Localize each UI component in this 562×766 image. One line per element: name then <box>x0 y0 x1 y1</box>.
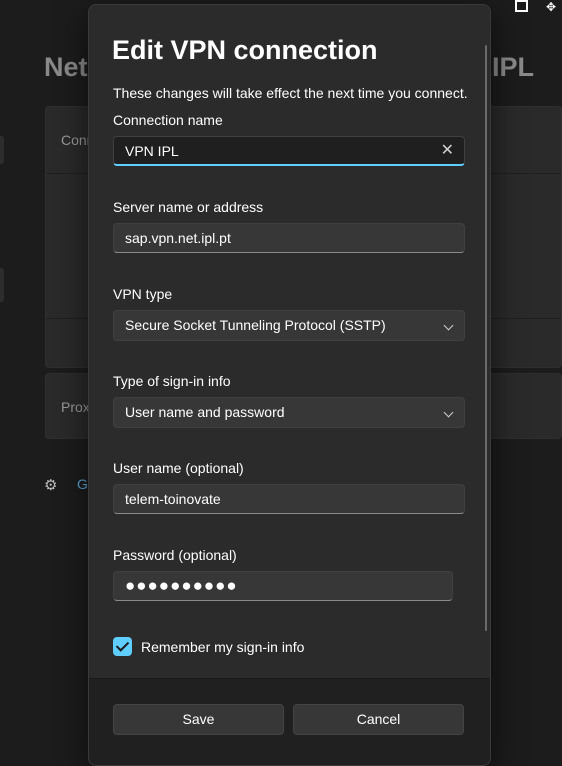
connection-name-input[interactable]: VPN IPL ✕ <box>113 136 465 166</box>
server-input[interactable]: sap.vpn.net.ipl.pt <box>113 223 465 253</box>
remember-label: Remember my sign-in info <box>141 638 305 655</box>
dialog-subtitle: These changes will take effect the next … <box>113 85 468 101</box>
signin-type-select[interactable]: User name and password <box>113 397 465 428</box>
save-button[interactable]: Save <box>113 704 284 735</box>
chevron-down-icon <box>443 320 454 331</box>
dialog-footer: Save Cancel <box>89 678 490 765</box>
background-title-left: Net <box>44 52 88 82</box>
cancel-button[interactable]: Cancel <box>293 704 464 735</box>
connection-name-value: VPN IPL <box>125 143 179 159</box>
background-sidebar-item <box>0 268 4 302</box>
username-input[interactable]: telem-toinovate <box>113 484 465 514</box>
vpn-type-label: VPN type <box>113 286 173 302</box>
help-icon: ⚙ <box>44 477 58 494</box>
password-value: ●●●●●●●●●● <box>125 576 238 595</box>
restore-icon[interactable] <box>514 0 528 14</box>
clear-icon[interactable]: ✕ <box>441 137 454 165</box>
dialog-scrollbar[interactable] <box>485 45 487 631</box>
dialog-title: Edit VPN connection <box>112 35 378 65</box>
password-input[interactable]: ●●●●●●●●●● <box>113 571 453 601</box>
edit-vpn-dialog: Edit VPN connection These changes will t… <box>88 4 491 766</box>
server-value: sap.vpn.net.ipl.pt <box>125 230 231 246</box>
signin-type-label: Type of sign-in info <box>113 373 231 389</box>
window-controls: ✥ <box>514 0 556 14</box>
connection-name-label: Connection name <box>113 112 223 128</box>
background-title-right: IPL <box>492 52 535 82</box>
signin-type-value: User name and password <box>125 404 285 420</box>
remember-checkbox[interactable] <box>113 637 132 656</box>
remember-signin-row[interactable]: Remember my sign-in info <box>113 637 304 656</box>
chevron-down-icon <box>443 407 454 418</box>
vpn-type-value: Secure Socket Tunneling Protocol (SSTP) <box>125 317 386 333</box>
vpn-type-select[interactable]: Secure Socket Tunneling Protocol (SSTP) <box>113 310 465 341</box>
move-icon[interactable]: ✥ <box>546 1 556 13</box>
background-row-label: Prox <box>61 399 90 415</box>
password-label: Password (optional) <box>113 547 237 563</box>
background-sidebar-item <box>0 136 4 164</box>
username-value: telem-toinovate <box>125 491 221 507</box>
username-label: User name (optional) <box>113 460 244 476</box>
server-label: Server name or address <box>113 199 264 215</box>
